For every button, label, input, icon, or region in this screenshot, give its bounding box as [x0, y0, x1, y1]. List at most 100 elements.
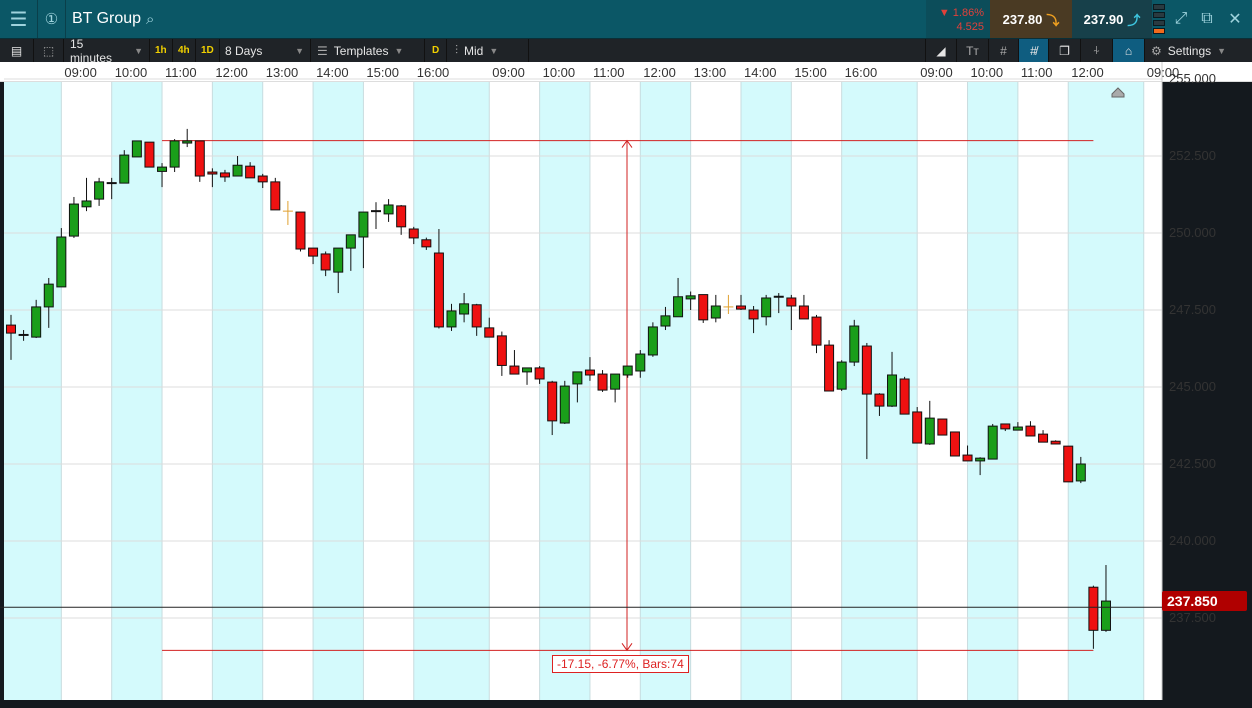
- list-icon[interactable]: ▤: [0, 39, 34, 62]
- tag-icon[interactable]: ⌂: [1113, 39, 1145, 62]
- bullish-candle: [987, 425, 998, 460]
- draw-line-icon[interactable]: ◢: [925, 39, 957, 62]
- bearish-candle: [1063, 445, 1074, 483]
- bullish-candle: [68, 203, 79, 237]
- bearish-candle: [534, 367, 545, 380]
- price-label: 237.500: [1169, 610, 1216, 625]
- bearish-candle: [194, 140, 205, 177]
- price-type-select[interactable]: ⫶ Mid ▼: [449, 39, 529, 62]
- instrument-header: ☰ ① BT Group ⌕ ▼ 1.86% 4.525 237.80 ⤵ 237…: [0, 0, 1252, 39]
- grid-edit-icon[interactable]: #̸: [1019, 39, 1049, 62]
- d-button[interactable]: D: [425, 39, 448, 62]
- instrument-title: BT Group: [72, 10, 142, 27]
- interval-value: 15 minutes: [70, 36, 113, 65]
- candles-icon: ⫶: [455, 43, 459, 57]
- quick-1h-button[interactable]: 1h: [150, 39, 173, 62]
- bearish-candle: [786, 297, 797, 307]
- bearish-candle: [698, 294, 709, 321]
- bullish-candle: [345, 234, 356, 249]
- buy-button[interactable]: 237.90 ⤴: [1072, 0, 1152, 38]
- search-icon[interactable]: ⌕: [146, 11, 154, 28]
- quick-1d-button[interactable]: 1D: [196, 39, 220, 62]
- bearish-candle: [1038, 433, 1049, 443]
- bullish-candle: [81, 200, 92, 208]
- bullish-candle: [1075, 463, 1086, 482]
- bullish-candle: [559, 385, 570, 424]
- bullish-candle: [169, 140, 180, 168]
- popout-icon[interactable]: ⧉: [1194, 0, 1220, 38]
- expand-icon[interactable]: ⤢: [1168, 0, 1194, 38]
- bullish-candle: [157, 166, 168, 172]
- link-group-icon[interactable]: ①: [38, 0, 66, 38]
- bullish-candle: [610, 373, 621, 390]
- bullish-candle: [131, 140, 142, 158]
- bullish-candle: [975, 457, 986, 462]
- current-price-label: 237.850: [1162, 591, 1247, 611]
- chevron-down-icon: ▼: [489, 45, 499, 56]
- range-value: 8 Days: [225, 43, 263, 58]
- bullish-candle: [849, 325, 860, 363]
- bullish-candle: [459, 303, 470, 315]
- bullish-candle: [924, 417, 935, 445]
- settings-button[interactable]: ⚙ Settings ▼: [1145, 39, 1252, 62]
- change-absolute: 4.525: [956, 21, 984, 33]
- chevron-down-icon: ▼: [1217, 45, 1227, 56]
- sell-price: 237.80: [1002, 11, 1043, 27]
- bullish-candle: [31, 306, 42, 338]
- bearish-candle: [144, 141, 155, 168]
- buy-price: 237.90: [1083, 11, 1124, 27]
- bearish-candle: [433, 252, 444, 328]
- bullish-candle: [710, 305, 721, 319]
- interval-select[interactable]: 15 minutes ▼: [64, 36, 150, 65]
- bearish-candle: [811, 316, 822, 346]
- bullish-candle: [94, 181, 105, 200]
- bullish-candle: [522, 367, 533, 373]
- price-label: 250.000: [1169, 225, 1216, 240]
- gear-icon: ⚙: [1151, 43, 1162, 58]
- bullish-candle: [685, 295, 696, 300]
- menu-icon[interactable]: ☰: [0, 0, 38, 38]
- bullish-candle: [56, 236, 67, 288]
- bullish-candle: [358, 211, 369, 238]
- grid-icon[interactable]: #: [989, 39, 1019, 62]
- text-tool-icon[interactable]: Tт: [957, 39, 989, 62]
- bullish-candle: [660, 315, 671, 327]
- price-change: ▼ 1.86% 4.525: [926, 0, 990, 38]
- arrow-down-icon: ⤵: [1046, 12, 1060, 28]
- templates-label: Templates: [333, 43, 389, 58]
- price-label: 247.500: [1169, 302, 1216, 317]
- bearish-candle: [6, 324, 16, 334]
- bearish-candle: [962, 454, 973, 462]
- bullish-candle: [622, 365, 633, 376]
- close-icon[interactable]: ✕: [1222, 0, 1248, 38]
- layout-icon[interactable]: ⬚: [34, 39, 64, 62]
- bullish-candle: [383, 204, 394, 215]
- bearish-candle: [408, 228, 419, 239]
- bullish-candle: [887, 374, 898, 407]
- bullish-candle: [333, 247, 344, 273]
- layers-icon[interactable]: ❐: [1049, 39, 1081, 62]
- bearish-candle: [308, 247, 319, 257]
- bearish-candle: [874, 393, 885, 407]
- chevron-down-icon: ▼: [295, 45, 304, 56]
- bearish-candle: [421, 239, 432, 248]
- crosshair-icon[interactable]: ⍭: [1081, 39, 1113, 62]
- range-select[interactable]: 8 Days ▼: [219, 39, 311, 62]
- chevron-down-icon: ▼: [394, 45, 404, 56]
- price-chart[interactable]: [0, 62, 1252, 708]
- bearish-candle: [509, 365, 520, 375]
- bullish-candle: [446, 310, 457, 328]
- bullish-candle: [647, 326, 658, 356]
- bullish-candle: [43, 283, 54, 308]
- down-triangle-icon: ▼: [938, 7, 953, 19]
- bearish-candle: [245, 165, 256, 179]
- bearish-candle: [547, 381, 558, 422]
- sell-button[interactable]: 237.80 ⤵: [990, 0, 1072, 38]
- quick-4h-button[interactable]: 4h: [173, 39, 196, 62]
- bullish-candle: [232, 164, 243, 177]
- bearish-candle: [597, 373, 608, 391]
- bearish-candle: [219, 172, 230, 178]
- bearish-candle: [912, 411, 923, 444]
- templates-select[interactable]: ☰ Templates ▼: [311, 39, 425, 62]
- bearish-candle: [207, 171, 218, 175]
